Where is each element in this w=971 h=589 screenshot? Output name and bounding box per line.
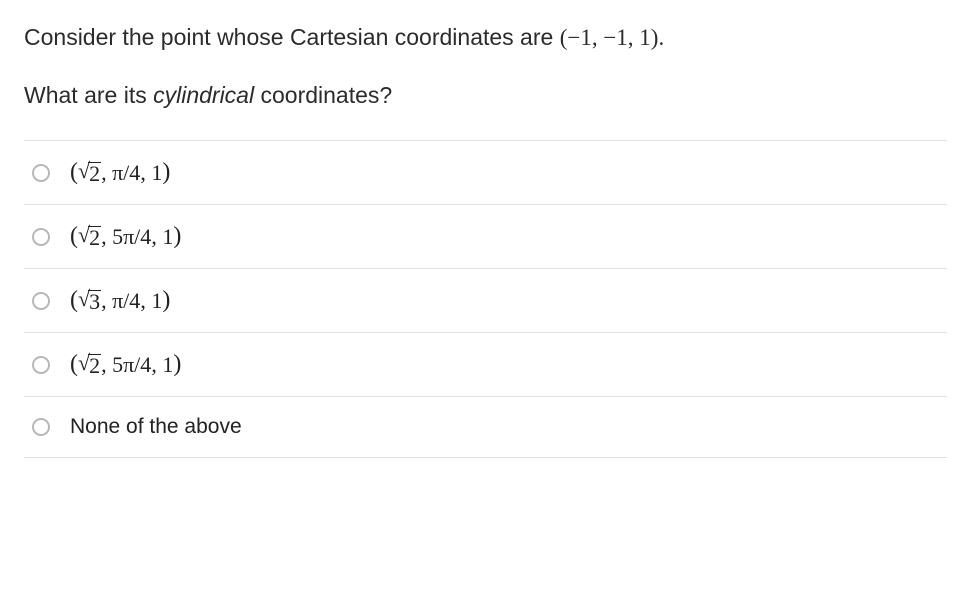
radio-icon [32, 228, 50, 246]
question-line2-em: cylindrical [153, 82, 254, 108]
options-list: (√2, π/4, 1) (√2, 5π/4, 1) (√3, π/4, 1) … [24, 140, 947, 458]
option-1[interactable]: (√2, π/4, 1) [24, 141, 947, 205]
option-4-label: (√2, 5π/4, 1) [70, 351, 181, 378]
option-5[interactable]: None of the above [24, 397, 947, 458]
cartesian-coords: (−1, −1, 1). [560, 25, 665, 50]
question-line-1: Consider the point whose Cartesian coord… [24, 20, 947, 56]
question-line-2: What are its cylindrical coordinates? [24, 78, 947, 113]
radio-icon [32, 356, 50, 374]
radio-icon [32, 292, 50, 310]
question-line2-a: What are its [24, 82, 153, 108]
question-prefix: Consider the point whose Cartesian coord… [24, 24, 560, 50]
option-3[interactable]: (√3, π/4, 1) [24, 269, 947, 333]
option-5-label: None of the above [70, 415, 242, 439]
radio-icon [32, 164, 50, 182]
question-line2-b: coordinates? [254, 82, 392, 108]
radio-icon [32, 418, 50, 436]
option-2-label: (√2, 5π/4, 1) [70, 223, 181, 250]
option-3-label: (√3, π/4, 1) [70, 287, 170, 314]
option-1-label: (√2, π/4, 1) [70, 159, 170, 186]
option-4[interactable]: (√2, 5π/4, 1) [24, 333, 947, 397]
option-2[interactable]: (√2, 5π/4, 1) [24, 205, 947, 269]
